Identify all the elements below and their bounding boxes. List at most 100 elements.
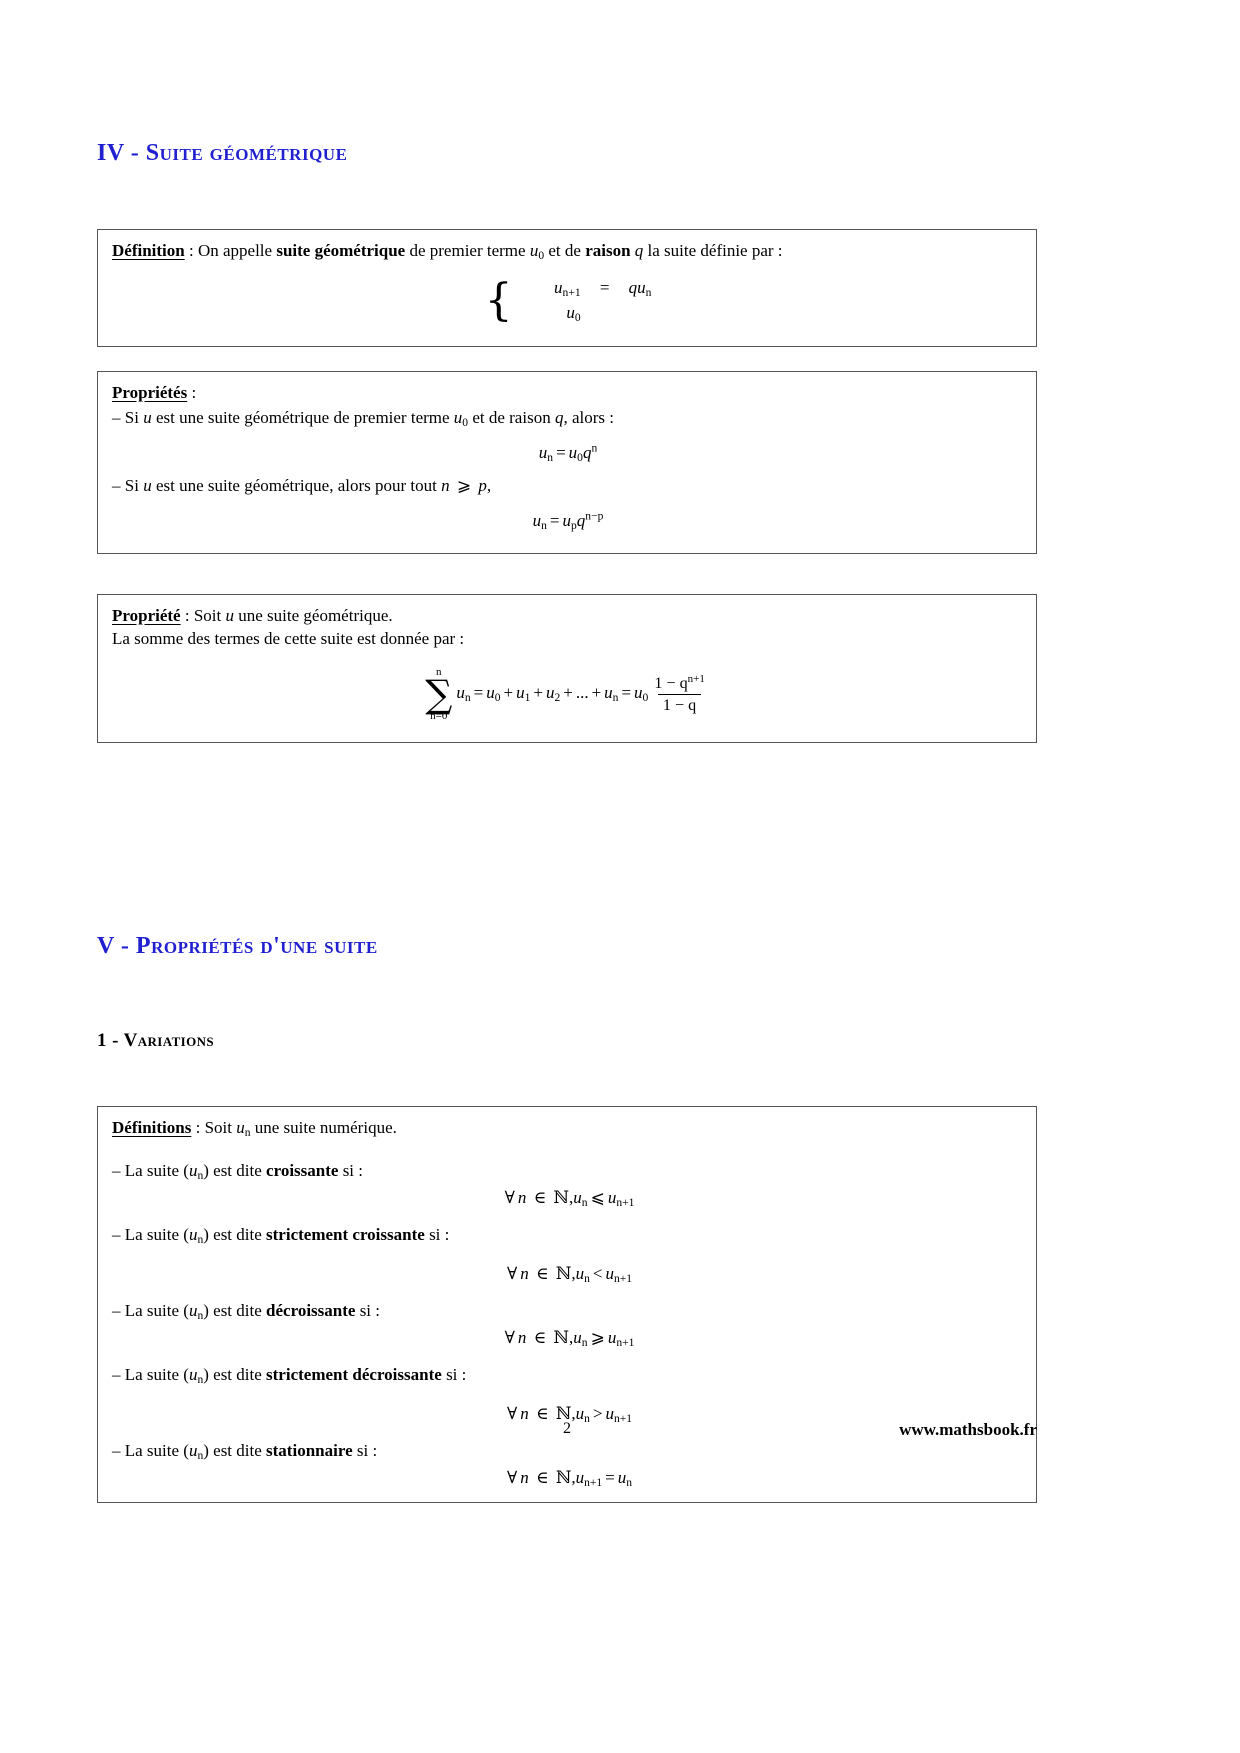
- sum-box-line1-text: Soit: [193, 605, 226, 625]
- properties-item-2-text-after: ,: [486, 475, 492, 495]
- def5-lhs-sub: n+1: [584, 1475, 603, 1489]
- definitions-item-3-text-before: La suite (: [120, 1300, 189, 1320]
- math-q: q: [634, 241, 644, 260]
- definitions-item-1-dash: –: [112, 1161, 121, 1181]
- def1-relation: ⩽: [590, 1188, 605, 1208]
- section-v-title: Propriétés d'une suite: [135, 933, 378, 960]
- definitions-item-3: – La suite (un) est dite décroissante si…: [112, 1300, 1024, 1323]
- sum-box-line-1: Propriété : Soit u une suite géométrique…: [112, 605, 1024, 628]
- sum-box-line1-rest: une suite géométrique.: [234, 605, 393, 625]
- sys1-rhs-sub: n: [645, 285, 652, 299]
- definition-text-3: et de: [544, 241, 586, 260]
- definition-text-1: On appelle: [197, 241, 277, 260]
- sum-coef-base: u: [634, 683, 643, 703]
- section-v-number: V: [97, 933, 115, 960]
- definitions-box-header: Définitions : Soit un une suite numériqu…: [112, 1117, 1024, 1140]
- equation-system: { un+1 = qun u0: [485, 275, 652, 326]
- def1-in: ∈: [533, 1188, 547, 1208]
- def2-lhs-base: u: [575, 1264, 585, 1284]
- sum-box-line1-var: u: [225, 605, 235, 625]
- system-line-1: un+1 = qun: [523, 275, 652, 301]
- site-url: www.mathsbook.fr: [899, 1420, 1037, 1439]
- page-number: 2: [563, 1420, 571, 1437]
- definitions-item-1: – La suite (un) est dite croissante si :: [112, 1160, 1024, 1183]
- page-content: IV - Suite géométrique Définition : On a…: [97, 0, 1037, 1503]
- definitions-item-3-dash: –: [112, 1300, 121, 1320]
- sys2-lhs-base: u: [566, 303, 575, 323]
- sum-term-0-base: u: [486, 683, 495, 703]
- definition-colon: :: [184, 241, 198, 260]
- fraction-numerator-exponent: n+1: [687, 672, 705, 685]
- def2-in: ∈: [535, 1264, 549, 1284]
- subsection-1-separator: -: [112, 1030, 119, 1052]
- definitions-item-4-text-mid: ) est dite: [203, 1364, 267, 1384]
- def5-set: ℕ: [555, 1467, 572, 1487]
- section-heading-iv: IV - Suite géométrique: [97, 140, 1037, 167]
- definition-box-title: Définition: [112, 241, 185, 260]
- definition-bold-suite-geometrique: suite géométrique: [276, 241, 406, 260]
- definitions-intro-rest: une suite numérique.: [250, 1118, 397, 1138]
- fraction-denominator: 1 − q: [657, 693, 702, 715]
- definitions-item-2-dash: –: [112, 1225, 121, 1245]
- definitions-box: Définitions : Soit un une suite numériqu…: [97, 1106, 1037, 1503]
- definitions-item-2-bold: strictement croissante: [266, 1225, 425, 1245]
- sys2-lhs-sub: 0: [574, 311, 581, 325]
- properties-item-2-rel: ⩾: [456, 475, 472, 495]
- properties-item-1: – Si u est une suite géométrique de prem…: [112, 407, 1024, 430]
- properties-box-title: Propriétés: [112, 382, 188, 402]
- sum-formula: n ∑ n=0 un = u0 + u1 + u2 +... + un = u0 1 − qn+1 1 −…: [112, 665, 1024, 723]
- properties-item-1-text-after: , alors :: [563, 407, 614, 427]
- definition-text-4: la suite définie par :: [643, 241, 783, 260]
- properties-item-2-text-mid: est une suite géométrique, alors pour to…: [151, 475, 442, 495]
- definitions-item-5-text-before: La suite (: [120, 1440, 189, 1460]
- definitions-item-2-text-before: La suite (: [120, 1225, 189, 1245]
- def5-relation: =: [605, 1467, 615, 1487]
- definitions-item-5-bold: stationnaire: [266, 1440, 353, 1460]
- sum-eq-2: =: [621, 683, 632, 703]
- definitions-item-1-text-before: La suite (: [120, 1161, 189, 1181]
- properties-formula-2: un = upqn−p: [532, 509, 604, 532]
- subsection-1-title: Variations: [123, 1030, 215, 1052]
- properties-item-2-text-before: Si: [120, 475, 144, 495]
- def3-lhs-base: u: [573, 1327, 582, 1347]
- def5-rhs-sub: n: [626, 1475, 633, 1489]
- def2-n: n: [520, 1264, 529, 1284]
- definitions-formula-2: ∀ n ∈ ℕ,un < un+1: [112, 1263, 1024, 1286]
- definitions-item-5-text-after: si :: [352, 1440, 378, 1460]
- section-v-separator: -: [120, 933, 130, 960]
- definitions-intro-var-base: u: [236, 1118, 245, 1138]
- subsection-heading-variations: 1 - Variations: [97, 1030, 1037, 1052]
- document-page: IV - Suite géométrique Définition : On a…: [0, 0, 1240, 1753]
- properties-item-2-p: p: [478, 475, 487, 495]
- def2-set: ℕ: [555, 1264, 572, 1284]
- sum-box-line-2: La somme des termes de cette suite est d…: [112, 628, 465, 648]
- def2-relation: <: [592, 1264, 603, 1284]
- sum-term-n-base: u: [604, 683, 613, 703]
- sys1-lhs-sub: n+1: [562, 285, 581, 299]
- definitions-formula-1: ∀ n ∈ ℕ,un ⩽ un+1: [112, 1187, 1024, 1210]
- definitions-item-4: – La suite (un) est dite strictement déc…: [112, 1364, 1024, 1387]
- properties-item-2-n: n: [441, 475, 450, 495]
- properties-item-2-var: u: [143, 475, 152, 495]
- def5-n: n: [520, 1467, 529, 1487]
- definitions-item-3-text-after: si :: [355, 1300, 380, 1320]
- def2-forall: ∀: [506, 1264, 518, 1284]
- sys1-lhs-base: u: [554, 277, 563, 297]
- sum-eq-1: =: [473, 683, 484, 703]
- def3-set: ℕ: [553, 1327, 570, 1347]
- left-brace-icon: {: [484, 274, 513, 326]
- sum-property-box: Propriété : Soit u une suite géométrique…: [97, 593, 1037, 744]
- definition-text-2: de premier terme: [405, 241, 530, 260]
- def2-rhs-sub: n+1: [613, 1271, 633, 1285]
- def1-rhs-sub: n+1: [616, 1196, 635, 1210]
- properties-item-2: – Si u est une suite géométrique, alors …: [112, 475, 1024, 498]
- definitions-item-1-bold: croissante: [266, 1161, 339, 1181]
- system-line-2: u0: [523, 300, 652, 326]
- sum-ellipsis: ...: [575, 683, 589, 703]
- def3-relation: ⩾: [590, 1327, 605, 1347]
- definitions-box-title: Définitions: [112, 1118, 192, 1138]
- sigma-icon: n ∑ n=0: [425, 665, 453, 722]
- definitions-formula-5: ∀ n ∈ ℕ,un+1 = un: [112, 1467, 1024, 1490]
- sum-box-title: Propriété: [112, 605, 181, 625]
- def3-in: ∈: [533, 1327, 547, 1347]
